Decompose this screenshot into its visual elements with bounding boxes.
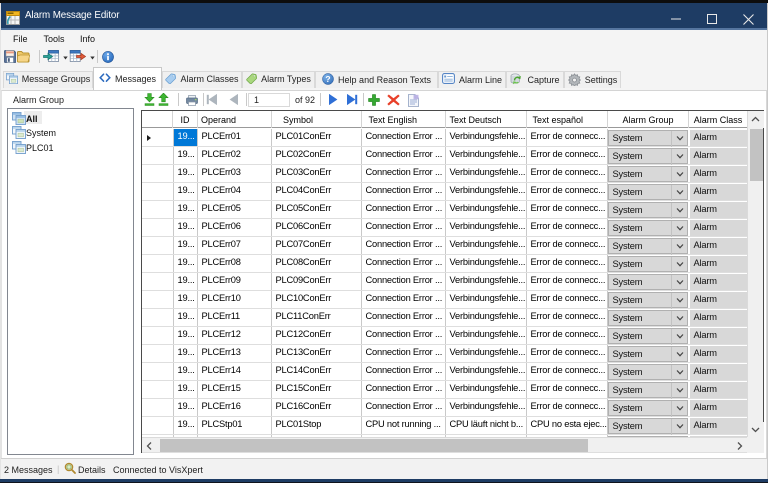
svg-text:?: ? <box>325 74 330 84</box>
